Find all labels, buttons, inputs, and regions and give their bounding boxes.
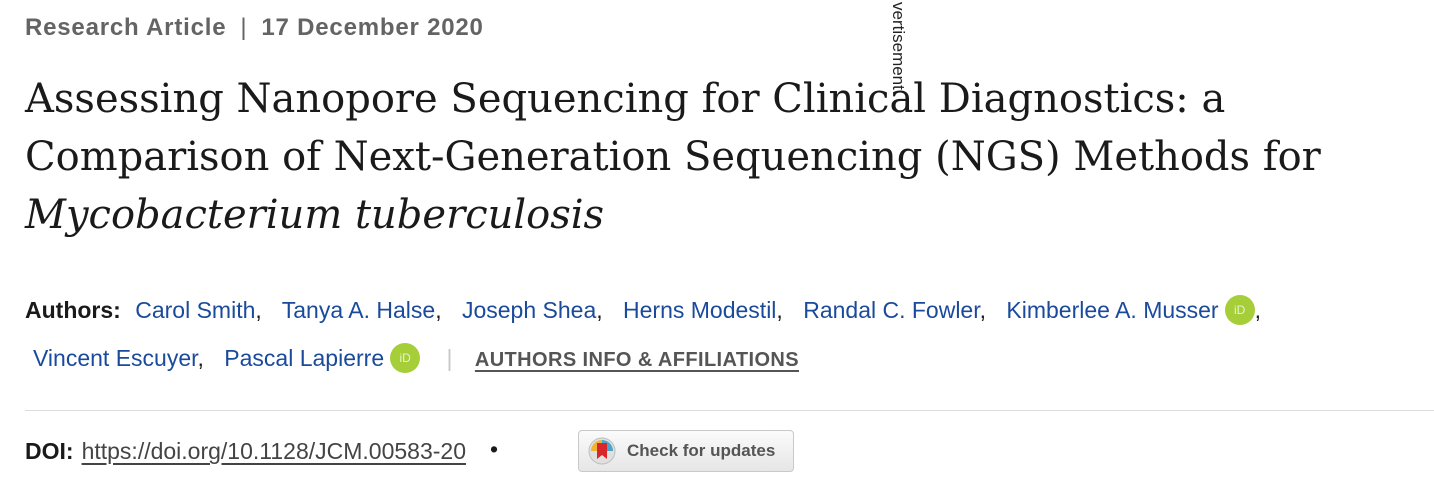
orcid-icon[interactable]: iD: [390, 343, 421, 373]
author-link[interactable]: Kimberlee A. Musser: [1006, 297, 1218, 323]
publication-date: 17 December 2020: [261, 14, 484, 41]
authors-label: Authors:: [25, 297, 121, 323]
pipe-divider: |: [446, 345, 453, 371]
article-title: Assessing Nanopore Sequencing for Clinic…: [25, 70, 1415, 244]
check-for-updates-label: Check for updates: [627, 441, 776, 460]
article-type: Research Article: [25, 14, 227, 41]
title-line-3: Mycobacterium tuberculosis: [25, 192, 605, 238]
section-divider: [25, 410, 1434, 411]
author-link[interactable]: Vincent Escuyer: [33, 345, 198, 371]
meta-separator: |: [240, 14, 248, 41]
orcid-icon[interactable]: iD: [1224, 295, 1255, 325]
author-link[interactable]: Herns Modestil: [623, 297, 776, 323]
author-link[interactable]: Joseph Shea: [462, 297, 596, 323]
check-for-updates-button[interactable]: Check for updates: [578, 430, 794, 472]
author-link[interactable]: Tanya A. Halse: [282, 297, 435, 323]
article-meta: Research Article | 17 December 2020: [25, 14, 484, 42]
doi-link[interactable]: https://doi.org/10.1128/JCM.00583-20: [82, 438, 466, 464]
crossmark-icon: [588, 437, 616, 465]
authors-block: Authors: Carol Smith, Tanya A. Halse, Jo…: [25, 286, 1425, 384]
author-link[interactable]: Carol Smith: [135, 297, 255, 323]
authors-row-1: Authors: Carol Smith, Tanya A. Halse, Jo…: [25, 295, 1261, 325]
author-link[interactable]: Randal C. Fowler: [803, 297, 979, 323]
title-line-2: Comparison of Next-Generation Sequencing…: [25, 134, 1321, 180]
doi-row: DOI: https://doi.org/10.1128/JCM.00583-20…: [25, 436, 522, 465]
doi-label: DOI:: [25, 438, 74, 464]
authors-info-affiliations-link[interactable]: AUTHORS INFO & AFFILIATIONS: [475, 349, 799, 371]
bullet-separator: •: [490, 436, 499, 462]
title-line-1: Assessing Nanopore Sequencing for Clinic…: [25, 76, 1226, 122]
author-link[interactable]: Pascal Lapierre: [224, 345, 384, 371]
authors-row-2: Vincent Escuyer, Pascal Lapierre iD | AUT…: [33, 343, 799, 373]
